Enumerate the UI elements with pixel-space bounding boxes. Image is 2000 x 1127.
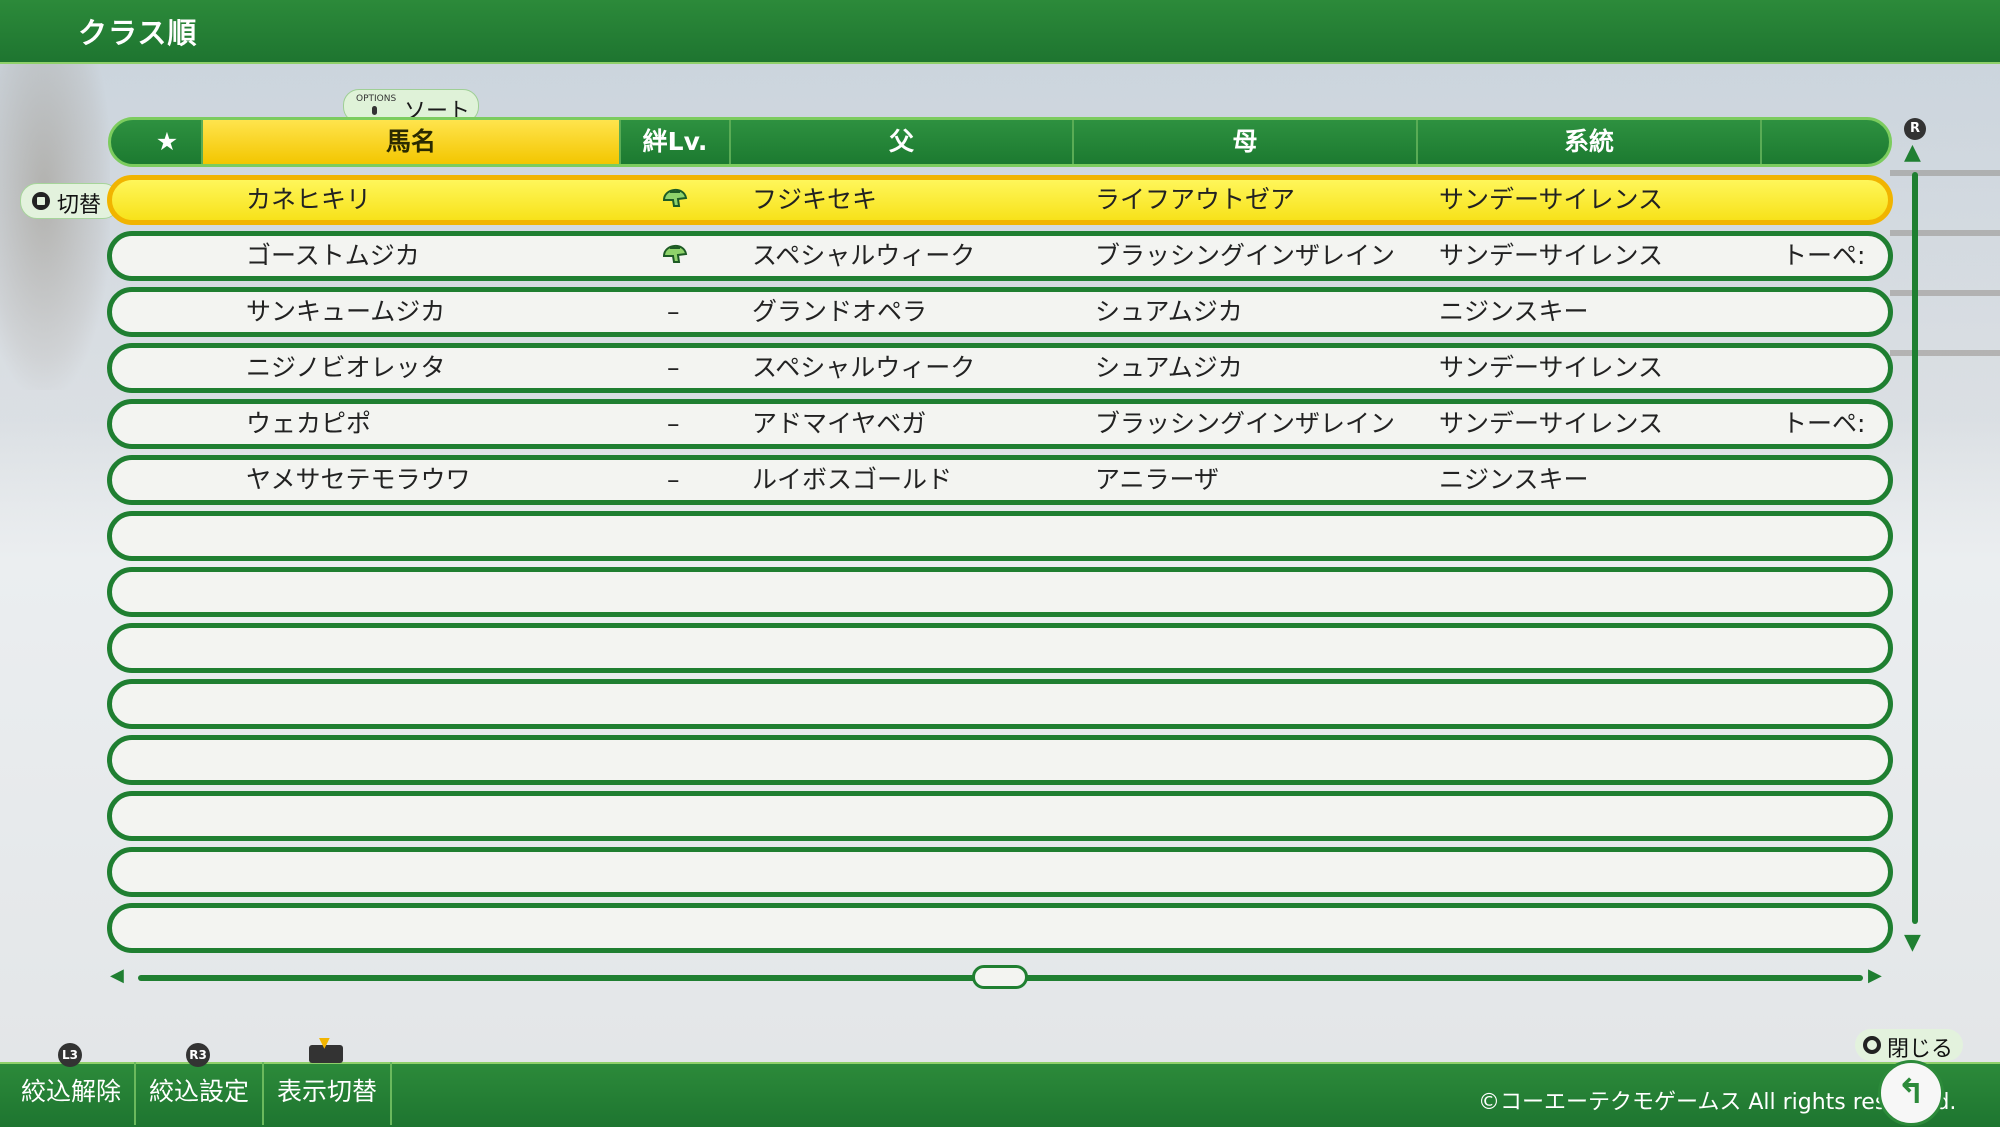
empty-row[interactable] [107, 791, 1893, 841]
bloodline-cell: ニジンスキー [1439, 465, 1589, 494]
table-row[interactable]: ウェカピポ – アドマイヤベガ ブラッシングインザレイン サンデーサイレンス ト… [107, 399, 1893, 449]
scroll-down-icon[interactable]: ▼ [1904, 930, 1921, 955]
sire-cell: アドマイヤベガ [752, 409, 927, 438]
square-button-icon [32, 192, 50, 210]
column-bloodline[interactable]: 系統 [1418, 120, 1762, 164]
column-bond-level[interactable]: 絆Lv. [621, 120, 731, 164]
horse-name-cell: サンキュームジカ [246, 297, 446, 326]
bond-level-cell: – [667, 465, 680, 494]
sire-cell: スペシャルウィーク [752, 241, 976, 270]
circle-button-icon [1863, 1036, 1881, 1054]
display-switch-icon [309, 1035, 343, 1063]
empty-row[interactable] [107, 567, 1893, 617]
close-button[interactable]: 閉じる [1855, 1029, 1963, 1062]
display-toggle-button[interactable]: 表示切替 [264, 1062, 392, 1125]
extra-cell [1782, 180, 1872, 220]
bloodline-cell: ニジンスキー [1439, 297, 1589, 326]
bloodline-cell: サンデーサイレンス [1439, 185, 1664, 214]
background-fence [1890, 170, 2000, 400]
column-horse-name[interactable]: 馬名 [203, 120, 621, 164]
empty-row[interactable] [107, 511, 1893, 561]
bloodline-cell: サンデーサイレンス [1439, 353, 1664, 382]
empty-row[interactable] [107, 903, 1893, 953]
sire-cell: グランドオペラ [752, 297, 928, 326]
filter-settings-button[interactable]: 絞込設定 [136, 1062, 264, 1125]
bond-level-cell: – [667, 353, 680, 382]
r-stick-icon: R [1904, 118, 1926, 140]
horse-name-cell: ニジノビオレッタ [246, 353, 446, 382]
column-extra[interactable] [1762, 120, 1862, 164]
bond-level-cell: – [667, 297, 680, 326]
bloodline-cell: サンデーサイレンス [1439, 241, 1664, 270]
table-row[interactable]: ゴーストムジカ スペシャルウィーク ブラッシングインザレイン サンデーサイレンス… [107, 231, 1893, 281]
clear-filter-button[interactable]: 絞込解除 [8, 1062, 136, 1125]
options-button-icon [372, 106, 377, 115]
table-header: ★ 馬名 絆Lv. 父 母 系統 [108, 117, 1892, 167]
close-label: 閉じる [1887, 1037, 1954, 1062]
extra-cell [1782, 292, 1872, 332]
vertical-scrollbar[interactable] [1912, 172, 1918, 924]
column-dam[interactable]: 母 [1074, 120, 1418, 164]
column-sire[interactable]: 父 [731, 120, 1074, 164]
page-title: クラス順 [78, 16, 198, 50]
sire-cell: フジキセキ [752, 185, 878, 214]
dam-cell: ブラッシングインザレイン [1095, 409, 1396, 438]
column-favorite[interactable]: ★ [133, 120, 203, 164]
dam-cell: ブラッシングインザレイン [1095, 241, 1396, 270]
bond-level-cell: – [667, 409, 680, 438]
sire-cell: スペシャルウィーク [752, 353, 976, 382]
empty-row[interactable] [107, 623, 1893, 673]
horse-name-cell: ゴーストムジカ [246, 241, 420, 270]
scroll-left-icon[interactable]: ◀ [110, 965, 124, 986]
dam-cell: シュアムジカ [1095, 353, 1243, 382]
dam-cell: ライフアウトゼア [1095, 185, 1296, 214]
scroll-right-icon[interactable]: ▶ [1868, 965, 1882, 986]
switch-button[interactable]: 切替 [20, 183, 120, 219]
extra-cell: トーペ: [1782, 241, 1866, 270]
background-tree [0, 60, 110, 390]
table-row[interactable]: サンキュームジカ – グランドオペラ シュアムジカ ニジンスキー [107, 287, 1893, 337]
scroll-up-icon[interactable]: ▲ [1904, 140, 1921, 165]
horse-name-cell: カネヒキリ [246, 185, 372, 214]
helmet-icon [660, 180, 700, 220]
bloodline-cell: サンデーサイレンス [1439, 409, 1664, 438]
extra-cell [1782, 460, 1872, 500]
horizontal-scroll-thumb[interactable] [972, 965, 1028, 989]
table-row[interactable]: ヤメサセテモラウワ – ルイボスゴールド アニラーザ ニジンスキー [107, 455, 1893, 505]
switch-label: 切替 [57, 193, 102, 218]
table-row[interactable]: カネヒキリ フジキセキ ライフアウトゼア サンデーサイレンス [107, 175, 1893, 225]
empty-row[interactable] [107, 735, 1893, 785]
dam-cell: アニラーザ [1095, 465, 1220, 494]
horse-name-cell: ヤメサセテモラウワ [246, 465, 471, 494]
sire-cell: ルイボスゴールド [752, 465, 953, 494]
empty-row[interactable] [107, 847, 1893, 897]
helmet-icon [660, 236, 700, 276]
empty-row[interactable] [107, 679, 1893, 729]
extra-cell: トーペ: [1782, 409, 1866, 438]
extra-cell [1782, 348, 1872, 388]
dam-cell: シュアムジカ [1095, 297, 1243, 326]
table-row[interactable]: ニジノビオレッタ – スペシャルウィーク シュアムジカ サンデーサイレンス [107, 343, 1893, 393]
horse-name-cell: ウェカピポ [246, 409, 372, 438]
title-bar: クラス順 [0, 0, 2000, 64]
options-badge: OPTIONS [356, 94, 397, 104]
back-icon[interactable]: ↰ [1878, 1060, 1944, 1126]
